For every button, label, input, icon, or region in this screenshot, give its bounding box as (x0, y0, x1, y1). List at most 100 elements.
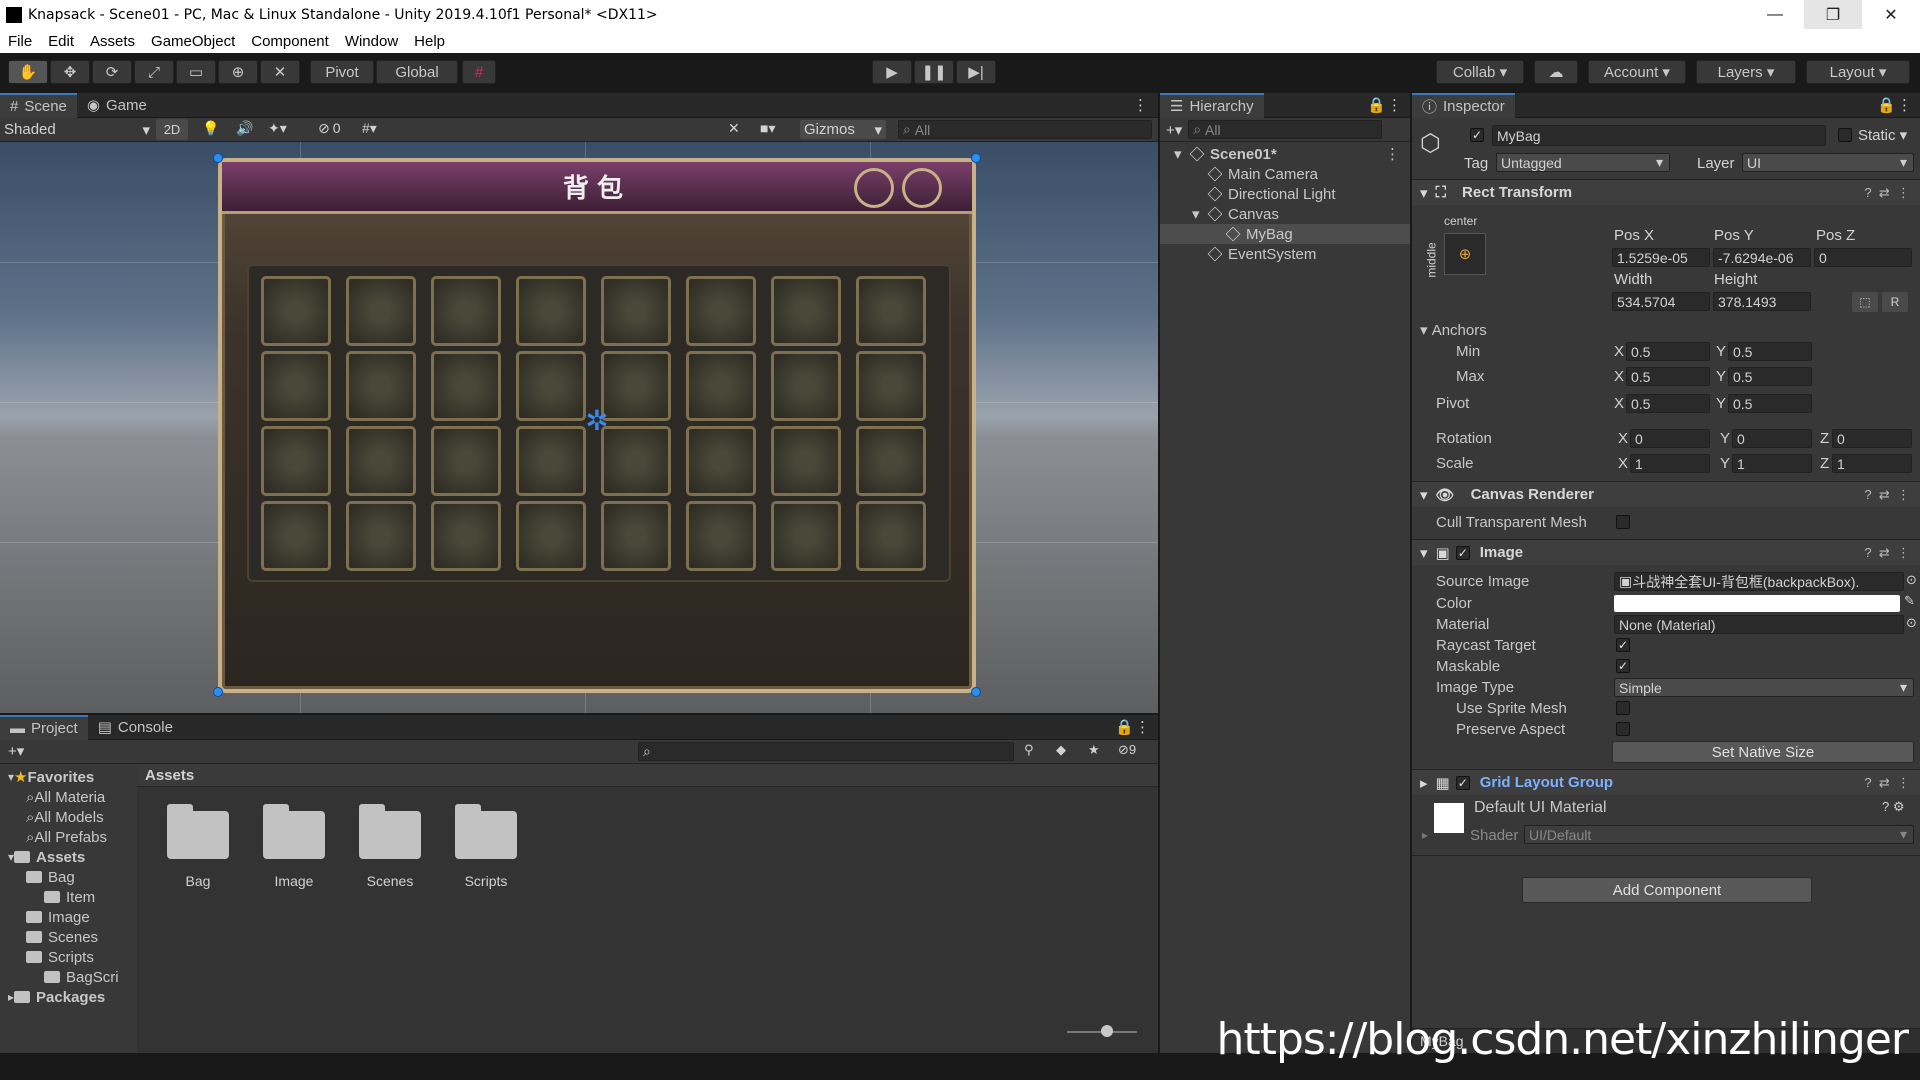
gizmos-dropdown[interactable]: Gizmos ▾ (800, 120, 886, 139)
rect-handle-bottom-right[interactable] (971, 687, 981, 697)
account-dropdown[interactable]: Account ▾ (1588, 60, 1686, 84)
global-toggle-button[interactable]: Global (376, 60, 458, 84)
anchor-max-y-field[interactable]: 0.5 (1728, 367, 1812, 386)
tab-game[interactable]: ◉ Game (77, 93, 157, 118)
grid-layout-enabled-checkbox[interactable]: ✓ (1455, 775, 1470, 790)
tab-inspector[interactable]: ⓘ Inspector (1412, 92, 1515, 118)
asset-folder[interactable]: Image (263, 804, 325, 889)
hidden-packages-toggle[interactable]: ⊘ 9 (1118, 742, 1136, 758)
shader-dropdown[interactable]: UI/Default ▾ (1524, 825, 1914, 844)
image-type-dropdown[interactable]: Simple ▾ (1614, 678, 1914, 697)
search-by-label-icon[interactable]: ◆ (1056, 742, 1066, 758)
scale-tool-icon[interactable]: ⤢ (134, 60, 174, 84)
pivot-y-field[interactable]: 0.5 (1728, 394, 1812, 413)
preserve-aspect-checkbox[interactable] (1616, 722, 1630, 736)
active-checkbox[interactable]: ✓ (1470, 128, 1484, 142)
add-icon[interactable]: +▾ (1166, 121, 1182, 139)
inspector-more-icon[interactable]: ⋮ (1897, 96, 1912, 114)
layer-dropdown[interactable]: UI ▾ (1742, 153, 1914, 172)
favorite-star-icon[interactable]: ★ (1088, 742, 1100, 758)
2d-toggle-button[interactable]: 2D (156, 119, 188, 140)
layout-dropdown[interactable]: Layout ▾ (1806, 60, 1910, 84)
object-picker-icon[interactable]: ⊙ (1906, 572, 1917, 588)
raycast-checkbox[interactable]: ✓ (1616, 638, 1630, 652)
shading-dropdown[interactable]: Shaded ▾ (4, 120, 150, 139)
hierarchy-item[interactable]: ▾ Scene01* ⋮ (1160, 144, 1410, 164)
search-by-type-icon[interactable]: ⚲ (1024, 742, 1034, 758)
hierarchy-item[interactable]: ▾ Canvas (1160, 204, 1410, 224)
material-field[interactable]: None (Material) (1614, 615, 1904, 634)
lock-icon[interactable]: 🔒 (1877, 96, 1896, 114)
use-sprite-mesh-checkbox[interactable] (1616, 701, 1630, 715)
hierarchy-search-input[interactable]: ⌕ All (1188, 120, 1383, 139)
restore-button[interactable]: ❐ (1804, 0, 1862, 29)
height-field[interactable]: 378.1493 (1713, 292, 1811, 311)
component-menu-icons[interactable]: ? ⇄ ⋮ (1864, 545, 1910, 561)
pos-z-field[interactable]: 0 (1814, 248, 1912, 267)
layers-dropdown[interactable]: Layers ▾ (1696, 60, 1796, 84)
image-enabled-checkbox[interactable]: ✓ (1455, 545, 1470, 560)
menu-file[interactable]: File (0, 33, 40, 50)
grid-layout-group-header[interactable]: ▸ ▦ ✓ Grid Layout Group ? ⇄ ⋮ (1412, 769, 1920, 795)
rotation-x-field[interactable]: 0 (1630, 429, 1710, 448)
color-swatch[interactable] (1614, 595, 1900, 612)
effects-icon[interactable]: ✦▾ (268, 120, 287, 137)
maskable-checkbox[interactable]: ✓ (1616, 659, 1630, 673)
project-tree-item[interactable]: Bag (0, 867, 136, 887)
anchors-foldout[interactable]: ▾ Anchors (1412, 319, 1920, 341)
grid-icon[interactable]: #▾ (362, 120, 377, 137)
menu-gameobject[interactable]: GameObject (143, 33, 243, 50)
static-checkbox[interactable] (1838, 128, 1852, 142)
project-tree-item[interactable]: Scenes (0, 927, 136, 947)
scene-more-icon[interactable]: ⋮ (1133, 96, 1148, 114)
transform-tool-icon[interactable]: ⊕ (218, 60, 258, 84)
material-foldout-icon[interactable]: ▸ (1422, 828, 1428, 842)
project-tree-item[interactable]: ▾ Assets (0, 847, 136, 867)
project-tree-item[interactable]: ⌕ All Prefabs (0, 827, 136, 847)
static-dropdown[interactable]: Static ▾ (1858, 126, 1907, 144)
hidden-objects-toggle[interactable]: ⊘ 0 (318, 120, 341, 137)
component-menu-icons[interactable]: ? ⇄ ⋮ (1864, 775, 1910, 791)
scene-search-input[interactable]: ⌕ All (898, 120, 1152, 139)
cull-transparent-checkbox[interactable] (1616, 515, 1630, 529)
scene-more-icon[interactable]: ⋮ (1385, 145, 1400, 163)
cloud-icon[interactable]: ☁ (1534, 60, 1578, 84)
rect-handle-top-left[interactable] (213, 153, 223, 163)
play-button[interactable]: ▶ (872, 60, 912, 84)
move-tool-icon[interactable]: ✥ (50, 60, 90, 84)
hierarchy-item[interactable]: EventSystem (1160, 244, 1410, 264)
menu-assets[interactable]: Assets (82, 33, 143, 50)
pos-x-field[interactable]: 1.5259e-05 (1612, 248, 1710, 267)
assets-breadcrumb[interactable]: Assets (137, 765, 1158, 787)
close-button[interactable]: ✕ (1862, 0, 1920, 29)
pivot-x-field[interactable]: 0.5 (1626, 394, 1710, 413)
lighting-icon[interactable]: 💡 (202, 120, 219, 137)
tools-icon[interactable]: ✕ (728, 120, 740, 137)
anchor-min-x-field[interactable]: 0.5 (1626, 342, 1710, 361)
rect-tool-icon[interactable]: ▭ (176, 60, 216, 84)
zoom-slider-thumb[interactable] (1101, 1025, 1113, 1037)
eyedropper-icon[interactable]: ✎ (1904, 593, 1915, 609)
blueprint-mode-icon[interactable]: ⬚ (1852, 292, 1878, 312)
hierarchy-item[interactable]: Main Camera (1160, 164, 1410, 184)
object-picker-icon[interactable]: ⊙ (1906, 615, 1917, 631)
step-button[interactable]: ▶| (956, 60, 996, 84)
create-icon[interactable]: +▾ (8, 742, 24, 760)
camera-icon[interactable]: ■▾ (760, 120, 775, 137)
set-native-size-button[interactable]: Set Native Size (1612, 741, 1914, 763)
menu-window[interactable]: Window (337, 33, 406, 50)
anchor-gizmo-icon[interactable]: ✲ (583, 407, 611, 435)
project-tree-item[interactable]: Image (0, 907, 136, 927)
project-tree-item[interactable]: Scripts (0, 947, 136, 967)
hierarchy-item[interactable]: Directional Light (1160, 184, 1410, 204)
source-image-field[interactable]: ▣ 斗战神全套UI-背包框(backpackBox). (1614, 572, 1904, 591)
tab-hierarchy[interactable]: ☰ Hierarchy (1160, 92, 1264, 118)
canvas-renderer-header[interactable]: ▾ 👁 Canvas Renderer ? ⇄ ⋮ (1412, 481, 1920, 507)
lock-icon[interactable]: 🔒 (1367, 96, 1386, 114)
rect-handle-top-right[interactable] (971, 153, 981, 163)
project-tree-item[interactable]: ▾ ★ Favorites (0, 767, 136, 787)
anchor-max-x-field[interactable]: 0.5 (1626, 367, 1710, 386)
object-name-field[interactable]: MyBag (1492, 125, 1826, 146)
minimize-button[interactable]: — (1746, 0, 1804, 29)
width-field[interactable]: 534.5704 (1612, 292, 1710, 311)
